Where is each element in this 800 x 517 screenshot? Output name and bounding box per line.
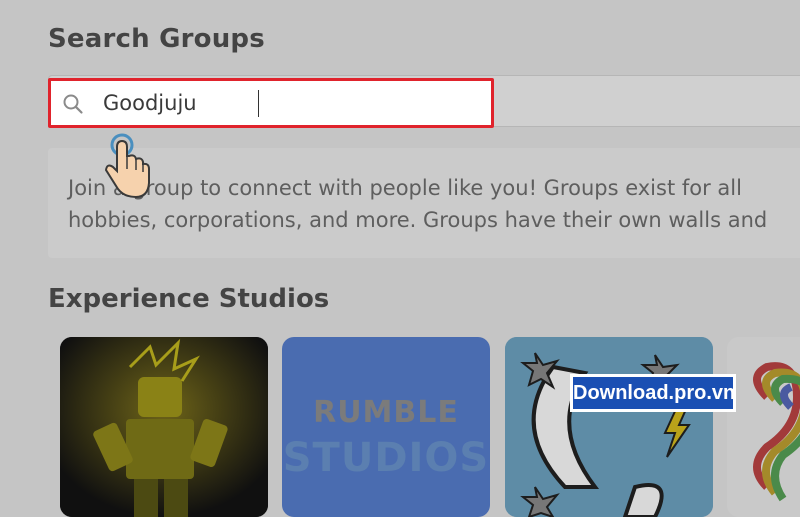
studio-card[interactable]	[727, 337, 800, 517]
studio-thumbnail	[727, 337, 800, 517]
studio-thumbnail	[60, 337, 268, 517]
studio-card[interactable]	[60, 337, 268, 517]
studio-thumbnail	[505, 337, 713, 517]
section-title: Experience Studios	[48, 284, 330, 314]
studio-card[interactable]	[505, 337, 713, 517]
studio-logo-line-1: RUMBLE	[313, 395, 459, 430]
watermark-logo: Download.pro.vn	[570, 374, 736, 412]
studio-logo-line-2: STUDIOS	[282, 435, 490, 481]
search-icon	[63, 94, 83, 114]
search-input[interactable]	[103, 87, 463, 119]
text-caret	[258, 90, 259, 117]
page-title: Search Groups	[48, 24, 265, 54]
hand-pointer-icon	[104, 133, 150, 199]
info-panel: Join a group to connect with people like…	[48, 148, 800, 258]
info-line-2: hobbies, corporations, and more. Groups …	[68, 208, 768, 232]
info-line-1: Join a group to connect with people like…	[68, 176, 742, 200]
info-text: Join a group to connect with people like…	[68, 172, 800, 236]
search-field[interactable]	[48, 78, 494, 128]
studio-card[interactable]: RUMBLE STUDIOS	[282, 337, 490, 517]
